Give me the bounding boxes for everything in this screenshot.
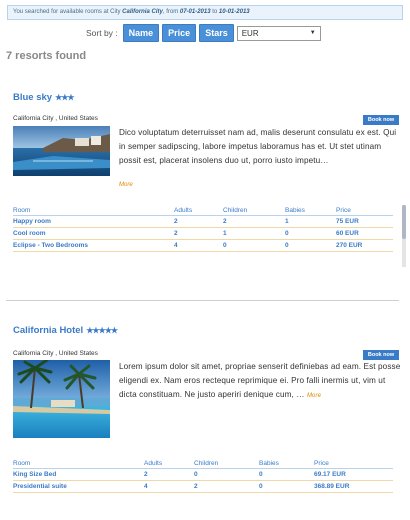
sort-by-stars-button[interactable]: Stars bbox=[199, 24, 234, 42]
hotel-photo[interactable] bbox=[13, 126, 110, 176]
hotel-title: California Hotel ★★★★★ bbox=[13, 325, 403, 336]
room-price: 368.89 EUR bbox=[314, 483, 350, 490]
search-summary: You searched for available rooms at City… bbox=[7, 5, 403, 20]
book-now-button[interactable]: Book now bbox=[363, 115, 399, 125]
rooms-table-header: Room Adults Children Babies Price bbox=[13, 459, 393, 469]
book-now-button[interactable]: Book now bbox=[363, 350, 399, 360]
hotel-name-link[interactable]: Blue sky bbox=[13, 92, 52, 103]
table-row[interactable]: Presidential suite 4 2 0 368.89 EUR bbox=[13, 481, 393, 493]
room-name-link[interactable]: King Size Bed bbox=[13, 471, 144, 478]
room-name-link[interactable]: Cool room bbox=[13, 230, 174, 237]
col-adults: Adults bbox=[174, 207, 193, 214]
room-babies: 0 bbox=[285, 242, 289, 249]
divider bbox=[6, 300, 399, 301]
room-children: 0 bbox=[223, 242, 227, 249]
rooms-table: Room Adults Children Babies Price Happy … bbox=[13, 206, 393, 252]
hotel-title: Blue sky ★★★ bbox=[13, 92, 403, 103]
currency-value: EUR bbox=[241, 28, 259, 38]
hotel-name-link[interactable]: California Hotel bbox=[13, 325, 83, 336]
room-price: 270 EUR bbox=[336, 242, 363, 249]
summary-city: California City bbox=[122, 9, 163, 15]
hotel-location: California City , United States bbox=[13, 115, 98, 122]
hotel-card: Blue sky ★★★ California City , United St… bbox=[13, 92, 403, 272]
hotel-description-text: Lorem ipsum dolor sit amet, propriae sen… bbox=[119, 362, 401, 399]
room-name-link[interactable]: Presidential suite bbox=[13, 483, 144, 490]
col-babies: Babies bbox=[259, 460, 279, 467]
table-row[interactable]: Happy room 2 2 1 75 EUR bbox=[13, 216, 393, 228]
room-babies: 0 bbox=[285, 230, 289, 237]
more-link[interactable]: More bbox=[307, 393, 321, 399]
room-price: 60 EUR bbox=[336, 230, 359, 237]
room-adults: 4 bbox=[174, 242, 178, 249]
summary-from-date: 07-01-2013 bbox=[179, 9, 211, 15]
summary-prefix: You searched for available rooms at City bbox=[13, 9, 123, 15]
room-children: 0 bbox=[194, 471, 198, 478]
results-count: 7 resorts found bbox=[6, 50, 87, 62]
more-link[interactable]: More bbox=[119, 182, 133, 188]
room-adults: 4 bbox=[144, 483, 148, 490]
hotel-photo[interactable] bbox=[13, 360, 110, 438]
hotel-description: Lorem ipsum dolor sit amet, propriae sen… bbox=[119, 360, 404, 403]
currency-select[interactable]: EUR ▼ bbox=[236, 25, 321, 41]
chevron-down-icon: ▼ bbox=[309, 30, 316, 36]
stars-rating-icon: ★★★★★ bbox=[86, 326, 118, 335]
room-babies: 0 bbox=[259, 471, 263, 478]
summary-from-text: , from bbox=[162, 9, 180, 15]
col-price: Price bbox=[336, 207, 351, 214]
room-children: 2 bbox=[223, 218, 227, 225]
col-room: Room bbox=[13, 207, 31, 214]
room-name-link[interactable]: Eclipse - Two Bedrooms bbox=[13, 242, 174, 249]
sort-label: Sort by : bbox=[86, 28, 118, 38]
room-price: 75 EUR bbox=[336, 218, 359, 225]
room-children: 1 bbox=[223, 230, 227, 237]
rooms-table-header: Room Adults Children Babies Price bbox=[13, 206, 393, 216]
hotel-location: California City , United States bbox=[13, 350, 98, 357]
col-price: Price bbox=[314, 460, 329, 467]
summary-to-text: to bbox=[210, 9, 219, 15]
col-children: Children bbox=[194, 460, 219, 467]
table-row[interactable]: King Size Bed 2 0 0 69.17 EUR bbox=[13, 469, 393, 481]
col-room: Room bbox=[13, 460, 31, 467]
summary-to-date: 10-01-2013 bbox=[218, 9, 250, 15]
stars-rating-icon: ★★★ bbox=[55, 93, 74, 102]
room-babies: 0 bbox=[259, 483, 263, 490]
room-name-link[interactable]: Happy room bbox=[13, 218, 174, 225]
hotel-description: Dico voluptatum deterruisset nam ad, mal… bbox=[119, 128, 397, 165]
room-adults: 2 bbox=[144, 471, 148, 478]
room-babies: 1 bbox=[285, 218, 289, 225]
rooms-table: Room Adults Children Babies Price King S… bbox=[13, 459, 393, 493]
room-price: 69.17 EUR bbox=[314, 471, 346, 478]
room-children: 2 bbox=[194, 483, 198, 490]
room-adults: 2 bbox=[174, 218, 178, 225]
sort-by-name-button[interactable]: Name bbox=[122, 24, 160, 42]
col-babies: Babies bbox=[285, 207, 305, 214]
hotel-card: California Hotel ★★★★★ California City ,… bbox=[13, 325, 403, 515]
col-children: Children bbox=[223, 207, 248, 214]
table-row[interactable]: Cool room 2 1 0 60 EUR bbox=[13, 228, 393, 240]
table-row[interactable]: Eclipse - Two Bedrooms 4 0 0 270 EUR bbox=[13, 240, 393, 252]
col-adults: Adults bbox=[144, 460, 163, 467]
rooms-scrollbar[interactable] bbox=[402, 205, 406, 267]
room-adults: 2 bbox=[174, 230, 178, 237]
sort-bar: Sort by : Name Price Stars EUR ▼ bbox=[86, 24, 321, 42]
sort-by-price-button[interactable]: Price bbox=[162, 24, 197, 42]
scrollbar-thumb[interactable] bbox=[402, 205, 406, 239]
